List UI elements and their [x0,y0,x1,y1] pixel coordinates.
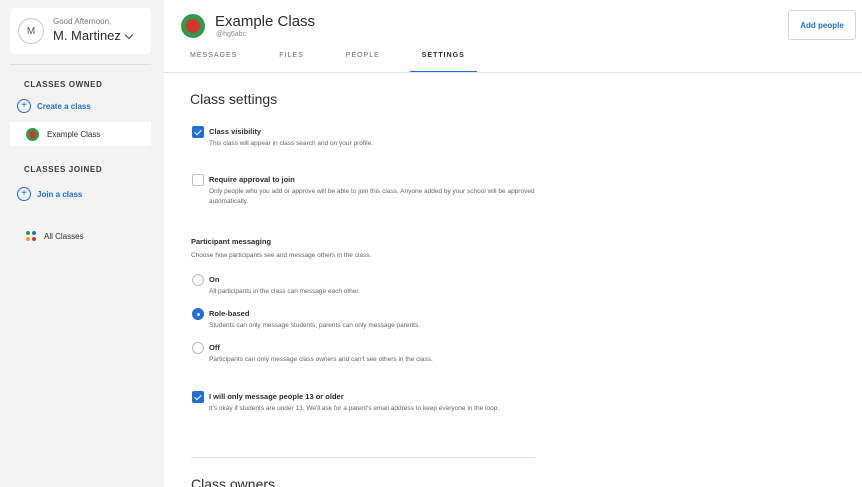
class-owners-title: Class owners [191,476,276,487]
tab-bar: MESSAGES FILES PEOPLE SETTINGS [190,49,507,73]
sidebar-item-label: Example Class [47,129,101,139]
greeting-text: Good Afternoon, [53,17,112,27]
user-menu[interactable]: M Good Afternoon, M. Martinez [10,8,151,54]
join-class-link[interactable]: + Join a class [17,187,82,201]
join-class-label: Join a class [37,189,83,199]
messaging-off-description: Participants can only message class owne… [209,356,433,363]
visibility-description: This class will appear in class search a… [209,140,374,147]
participant-messaging-description: Choose how participants see and message … [191,252,372,259]
avatar: M [18,18,44,44]
class-code: @hg6abc [216,31,247,38]
messaging-role-based-description: Students can only message students; pare… [209,322,421,329]
classes-joined-heading: CLASSES JOINED [24,165,103,174]
visibility-checkbox[interactable] [192,126,204,138]
section-divider [191,457,534,458]
tab-messages[interactable]: MESSAGES [190,49,237,73]
age-description: It's okay if students are under 13. We'l… [209,405,500,412]
plus-icon: + [17,187,31,201]
approval-label: Require approval to join [209,175,295,184]
classes-owned-heading: CLASSES OWNED [24,80,103,89]
messaging-on-description: All participants in the class can messag… [209,288,361,295]
sidebar-item-all-classes[interactable]: All Classes [26,231,84,241]
chevron-down-icon [124,30,134,40]
tab-files[interactable]: FILES [279,49,303,73]
tab-people[interactable]: PEOPLE [346,49,380,73]
class-settings-title: Class settings [190,91,278,107]
create-class-label: Create a class [37,101,91,111]
tab-divider [164,72,862,73]
age-label: I will only message people 13 or older [209,392,344,401]
main-panel: Example Class @hg6abc Add people MESSAGE… [164,0,862,487]
approval-checkbox[interactable] [192,174,204,186]
messaging-on-radio[interactable] [192,274,204,286]
sidebar-item-example-class[interactable]: Example Class [10,122,151,146]
age-checkbox[interactable] [192,391,204,403]
visibility-label: Class visibility [209,127,262,136]
class-title: Example Class [215,13,316,30]
plus-icon: + [17,99,31,113]
add-people-button[interactable]: Add people [788,10,856,40]
messaging-role-based-radio[interactable] [192,308,204,320]
user-name: M. Martinez [53,28,121,44]
grid-dots-icon [26,231,36,241]
class-apple-icon [181,14,205,38]
messaging-off-radio[interactable] [192,342,204,354]
sidebar-divider [10,64,151,65]
messaging-off-label: Off [209,343,220,352]
sidebar-item-label: All Classes [44,231,84,241]
create-class-link[interactable]: + Create a class [17,99,91,113]
sidebar: M Good Afternoon, M. Martinez CLASSES OW… [0,0,164,487]
apple-icon [26,127,39,141]
participant-messaging-title: Participant messaging [191,237,272,246]
messaging-on-label: On [209,275,220,284]
messaging-role-based-label: Role-based [209,309,250,318]
approval-description: Only people who you add or approve will … [209,188,535,205]
tab-settings[interactable]: SETTINGS [409,49,477,73]
